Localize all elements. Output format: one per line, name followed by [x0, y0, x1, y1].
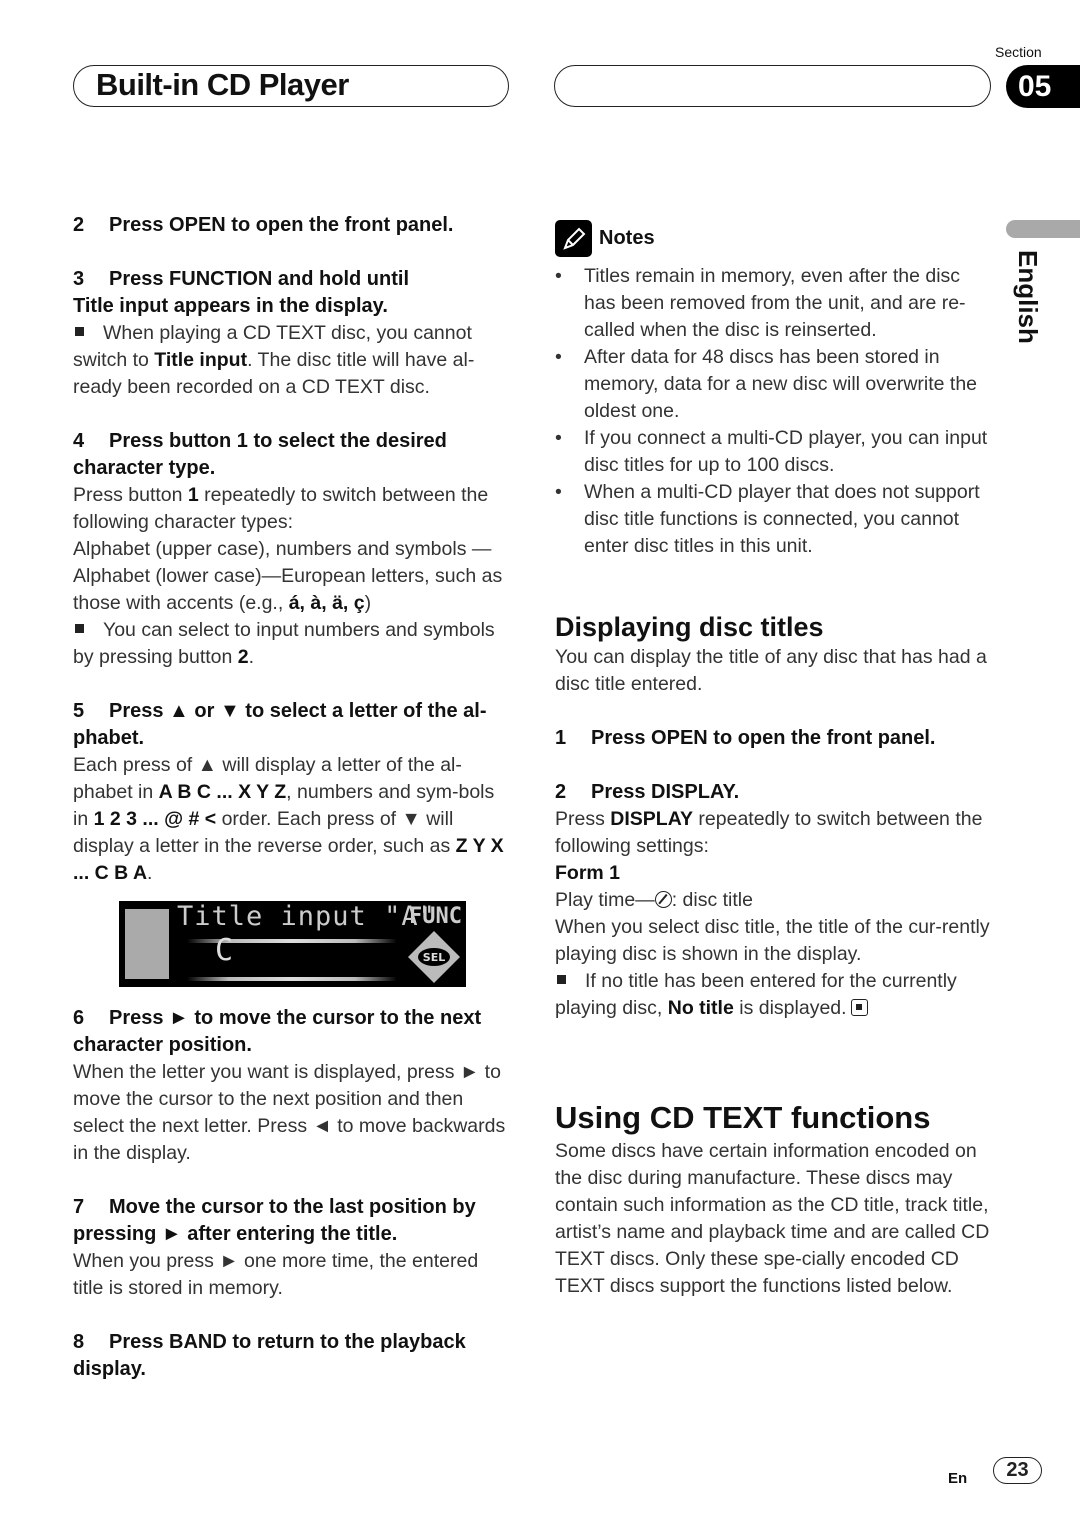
note-square-icon [557, 975, 566, 984]
displaying-disc-titles-heading: Displaying disc titles [555, 612, 824, 642]
note-square-icon [75, 327, 84, 336]
lcd-cursor-char: C [215, 933, 234, 968]
step-5-heading: 5 Press ▲ or ▼ to select a letter of the … [73, 700, 487, 749]
note-item: • If you connect a multi-CD player, you c… [555, 427, 988, 476]
notes-header: Notes [555, 220, 990, 257]
step-8-heading: 8 Press BAND to return to the playback di… [73, 1331, 466, 1380]
no-title-note: If no title has been entered for the cur… [555, 970, 957, 1019]
step-7-heading: 7 Move the cursor to the last position by… [73, 1196, 476, 1245]
language-code: En [948, 1470, 968, 1487]
display-step-2-body: Press DISPLAY repeatedly to switch betwe… [555, 808, 983, 857]
page-number: 23 [993, 1457, 1042, 1484]
step-7-body: When you press ► one more time, the ente… [73, 1250, 479, 1299]
cd-text-body: Some discs have certain information enco… [555, 1140, 990, 1297]
notes-title: Notes [599, 227, 655, 249]
language-label: English [1013, 250, 1043, 344]
lcd-func-text: FUNC [409, 904, 462, 929]
note-square-icon [75, 624, 84, 633]
note-item: • After data for 48 discs has been stored… [555, 346, 978, 422]
end-mark-icon [850, 999, 868, 1016]
display-step-1-heading: 1 Press OPEN to open the front panel. [555, 727, 936, 749]
header-empty-pill [554, 65, 991, 107]
section-number-badge: 05 [1006, 65, 1080, 108]
form-explanation: When you select disc title, the title of… [555, 916, 990, 965]
disc-icon [654, 891, 672, 908]
sel-label: SEL [423, 951, 445, 964]
chapter-title-pill: Built-in CD Player [73, 65, 509, 107]
lcd-bar-bottom [187, 977, 397, 981]
step-4-heading: 4 Press button 1 to select the desired ch… [73, 430, 447, 479]
displaying-intro: You can display the title of any disc th… [555, 646, 987, 695]
document-pen-icon [125, 909, 169, 979]
chapter-title: Built-in CD Player [96, 67, 349, 102]
step-4-note: You can select to input numbers and symb… [73, 619, 495, 668]
step-6-heading: 6 Press ► to move the cursor to the next … [73, 1007, 482, 1056]
step-3-heading: 3 Press FUNCTION and hold until Title inpu… [73, 268, 410, 317]
lcd-title-text: Title input "A" [177, 901, 436, 932]
step-2-heading: 2 Press OPEN to open the front panel. [73, 214, 454, 236]
lcd-display-illustration: Title input "A" FUNC C SEL [119, 901, 466, 987]
step-6-body: When the letter you want is displayed, p… [73, 1061, 506, 1164]
step-3-note: When playing a CD TEXT disc, you cannot … [73, 322, 475, 398]
section-label: Section [995, 44, 1042, 60]
language-tab-marker [1006, 220, 1080, 238]
cd-text-functions-heading: Using CD TEXT functions [555, 1100, 931, 1135]
left-column: 2 Press OPEN to open the front panel. 3 Pr… [73, 212, 513, 1383]
step-4-character-types: Alphabet (upper case), numbers and symbo… [73, 538, 503, 614]
note-item: • When a multi-CD player that does not su… [555, 481, 980, 557]
step-4-body: Press button 1 repeatedly to switch betw… [73, 484, 489, 533]
pencil-icon [555, 220, 592, 257]
step-5-body: Each press of ▲ will display a letter of… [73, 754, 504, 884]
right-column: Notes • Titles remain in memory, even aft… [555, 220, 990, 1300]
form-description: Play time—: disc title [555, 889, 753, 911]
note-item: • Titles remain in memory, even after the… [555, 265, 966, 341]
sel-joystick-icon: SEL [408, 931, 460, 983]
form-label: Form 1 [555, 862, 621, 884]
display-step-2-heading: 2 Press DISPLAY. [555, 781, 740, 803]
